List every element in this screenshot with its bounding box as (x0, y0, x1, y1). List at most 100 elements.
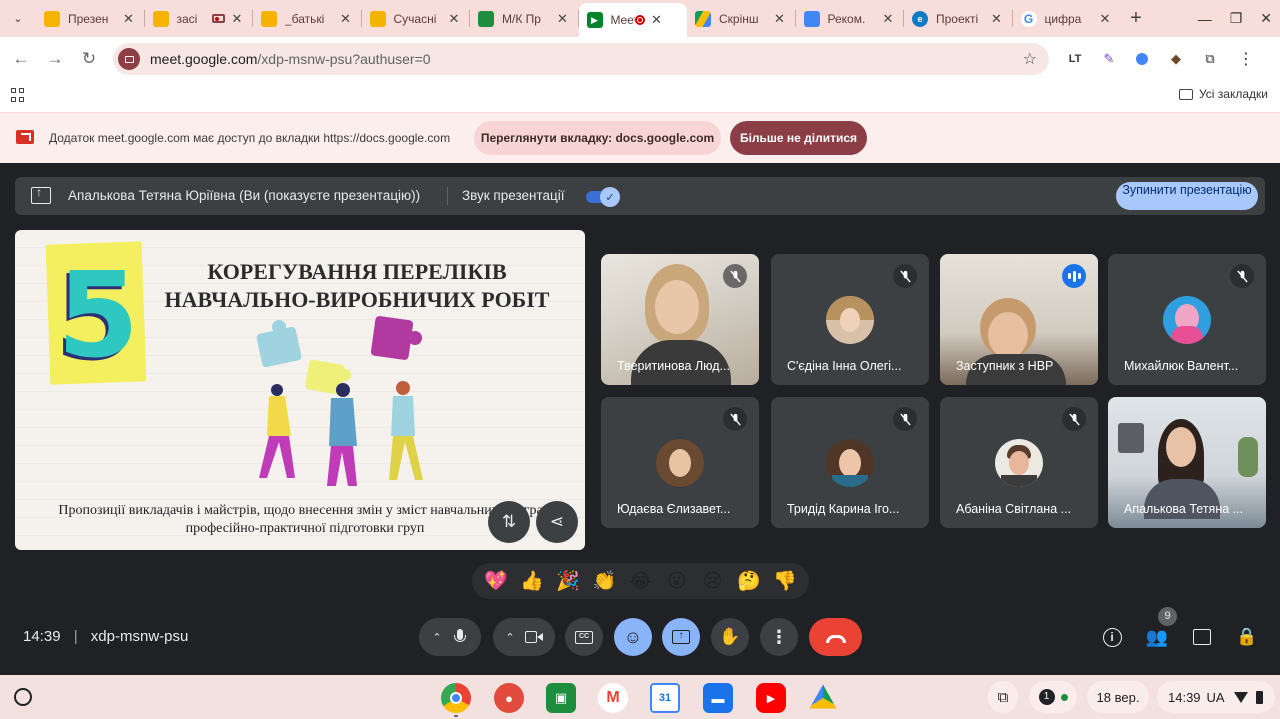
files-icon[interactable]: ▬ (703, 683, 733, 713)
forward-button[interactable]: → (38, 42, 72, 76)
camera-options-button[interactable]: ⌃ (505, 631, 514, 644)
extension-owl-icon[interactable]: ◆ (1162, 45, 1190, 73)
drive-app-icon[interactable] (809, 684, 837, 709)
wifi-icon (1233, 691, 1248, 703)
tab-search-button[interactable]: ⌄ (0, 0, 36, 37)
reaction-laugh[interactable]: 😂 (624, 570, 656, 593)
tab-9[interactable]: Gцифра ✕ (1013, 0, 1122, 37)
stop-sharing-button[interactable]: Більше не ділитися (730, 121, 867, 155)
meet-site-icon[interactable] (118, 48, 140, 70)
close-icon[interactable]: ✕ (446, 11, 462, 27)
tab-8[interactable]: e Проекті ✕ (904, 0, 1013, 37)
tab-7[interactable]: Реком. ✕ (796, 0, 904, 37)
meeting-info-icon[interactable]: i (1099, 624, 1125, 650)
presenting-bar: Апалькова Тетяна Юріївна (Ви (показуєте … (15, 177, 1265, 215)
reaction-thumbs-up[interactable]: 👍 (516, 569, 548, 593)
tab-2[interactable]: _батькі ✕ (253, 0, 362, 37)
new-tab-button[interactable]: + (1121, 7, 1151, 30)
extension-lt-icon[interactable]: LT (1061, 45, 1089, 73)
tab-0[interactable]: Презен ✕ (36, 0, 145, 37)
address-bar[interactable]: meet.google.com/xdp-msnw-psu?authuser=0 … (113, 43, 1049, 75)
people-icon[interactable]: 👥 (1144, 624, 1170, 650)
reaction-sad[interactable]: 😢 (697, 570, 729, 593)
reaction-thumbs-down[interactable]: 👎 (769, 569, 801, 593)
participant-tile-self[interactable]: Апалькова Тетяна ... (1108, 397, 1266, 528)
tab-1[interactable]: засі ✕ (145, 0, 253, 37)
apps-grid-icon[interactable] (11, 88, 25, 102)
stop-presenting-button[interactable]: Зупинити презентацію (1116, 182, 1258, 210)
extension-pen-icon[interactable]: ✎ (1095, 45, 1123, 73)
bookmark-star-icon[interactable]: ☆ (1023, 49, 1037, 69)
participant-tile[interactable]: С'єдіна Інна Олегі... (771, 254, 929, 385)
hang-up-icon (825, 635, 846, 643)
back-button[interactable]: ← (4, 42, 38, 76)
raise-hand-button[interactable]: ✋ (711, 618, 749, 656)
extension-dot-icon[interactable] (1128, 45, 1156, 73)
swap-layout-button[interactable]: ⇅ (488, 501, 530, 543)
all-bookmarks-button[interactable]: Усі закладки (1178, 87, 1268, 101)
close-icon[interactable]: ✕ (229, 11, 245, 27)
reaction-surprised[interactable]: 😮 (661, 570, 693, 593)
menu-icon[interactable]: ⋮ (1232, 45, 1260, 73)
present-button[interactable]: ↑ (662, 618, 700, 656)
reaction-thinking[interactable]: 🤔 (733, 569, 765, 593)
gmail-icon[interactable]: M (598, 683, 628, 713)
participant-name: Заступник з НВР (956, 359, 1054, 373)
restore-icon[interactable]: ❐ (1230, 10, 1243, 27)
minimize-icon[interactable]: — (1198, 11, 1212, 27)
tab-title: Скрінш (719, 11, 759, 26)
navigation-bar: ← → ↻ meet.google.com/xdp-msnw-psu?authu… (0, 37, 1280, 81)
date-tray[interactable]: 18 вер. (1087, 681, 1149, 713)
mic-off-icon (1230, 264, 1254, 288)
close-icon[interactable]: ✕ (989, 11, 1005, 27)
close-icon[interactable]: ✕ (772, 11, 788, 27)
participant-tile[interactable]: Абаніна Світлана ... (940, 397, 1098, 528)
reactions-button[interactable]: ☺ (614, 618, 652, 656)
share-icon[interactable]: ⋖ (536, 501, 578, 543)
close-icon[interactable]: ✕ (555, 11, 571, 27)
participant-tile[interactable]: Юдаєва Єлизавет... (601, 397, 759, 528)
tab-6[interactable]: Скрінш ✕ (687, 0, 796, 37)
calendar-icon[interactable]: 31 (650, 683, 680, 713)
youtube-icon[interactable]: ▶ (756, 683, 786, 713)
launcher-button[interactable] (14, 688, 32, 706)
participant-tile[interactable]: Тверитинова Люд... (601, 254, 759, 385)
close-icon[interactable]: ✕ (649, 12, 665, 28)
reaction-party[interactable]: 🎉 (552, 569, 584, 593)
more-options-button[interactable]: ⋮ (760, 618, 798, 656)
reaction-clap[interactable]: 👏 (588, 569, 620, 593)
palette-app-icon[interactable]: ● (494, 683, 524, 713)
meet-icon: ▶ (586, 12, 603, 28)
presentation-sound-toggle[interactable]: ✓ (586, 187, 620, 207)
participant-tile[interactable]: Тридід Карина Іго... (771, 397, 929, 528)
chat-icon[interactable] (1189, 624, 1215, 650)
close-icon[interactable]: ✕ (1097, 11, 1113, 27)
meeting-time: 14:39 (23, 628, 61, 645)
screen-capture-tray[interactable]: ⧉ (988, 681, 1018, 713)
close-window-icon[interactable]: ✕ (1260, 10, 1272, 27)
chrome-icon[interactable] (441, 683, 471, 713)
reaction-heart[interactable]: 💖 (480, 569, 512, 593)
participant-tile-active-speaker[interactable]: Заступник з НВР (940, 254, 1098, 385)
leave-call-button[interactable] (809, 618, 862, 656)
microphone-button[interactable] (452, 629, 468, 645)
close-icon[interactable]: ✕ (880, 11, 896, 27)
extensions-puzzle-icon[interactable]: ⧉ (1196, 45, 1224, 73)
notification-tray[interactable]: 1 (1029, 681, 1077, 713)
host-controls-icon[interactable]: 🔒 (1234, 624, 1260, 650)
tab-4[interactable]: М/К Пр ✕ (470, 0, 579, 37)
close-icon[interactable]: ✕ (121, 11, 137, 27)
captions-button[interactable]: CC (565, 618, 603, 656)
reload-button[interactable]: ↻ (72, 42, 106, 76)
tab-3[interactable]: Сучасні ✕ (362, 0, 470, 37)
camera-icon[interactable] (524, 631, 543, 643)
tab-5-active[interactable]: ▶ Meet ✕ (578, 3, 687, 37)
status-tray[interactable]: 14:39 UA (1157, 681, 1275, 713)
close-icon[interactable]: ✕ (338, 11, 354, 27)
url-text[interactable]: meet.google.com/xdp-msnw-psu?authuser=0 (150, 51, 431, 67)
participant-tile[interactable]: Михайлюк Валент... (1108, 254, 1266, 385)
avatar (826, 296, 874, 344)
mic-options-button[interactable]: ⌃ (432, 631, 441, 644)
view-tab-button[interactable]: Переглянути вкладку: docs.google.com (474, 121, 721, 155)
classroom-app-icon[interactable]: ▣ (546, 683, 576, 713)
